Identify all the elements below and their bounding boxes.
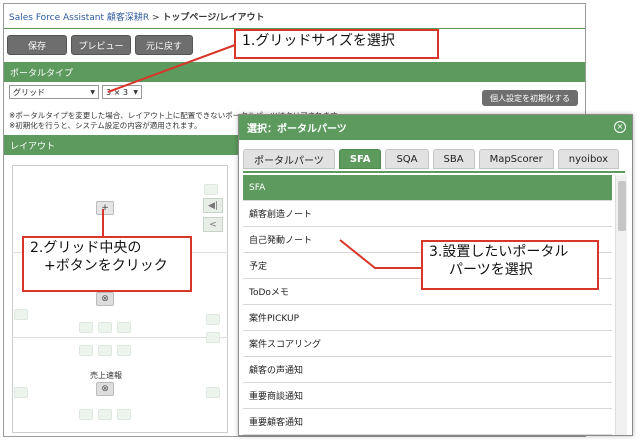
list-item[interactable]: 顧客の声通知 [243, 357, 612, 383]
grid-control-faint [204, 184, 218, 195]
remove-part-button[interactable]: ⊗ [96, 292, 114, 306]
list-item[interactable]: 重要商談通知 [243, 383, 612, 409]
tab-sba[interactable]: SBA [432, 149, 475, 169]
grid-control-faint [14, 387, 28, 398]
tab-sfa[interactable]: SFA [338, 149, 382, 169]
chevron-down-icon: ▼ [90, 88, 95, 96]
list-header: SFA [243, 175, 612, 201]
tab-divider [243, 171, 625, 173]
scrollbar-thumb[interactable] [618, 181, 626, 231]
preview-button[interactable]: プレビュー [71, 35, 131, 55]
close-icon[interactable]: × [614, 121, 626, 133]
grid-size-value: 3 × 3 [106, 87, 128, 97]
reset-personal-settings-button[interactable]: 個人設定を初期化する [482, 90, 578, 106]
layout-grid [12, 165, 228, 433]
portal-type-value: グリッド [13, 87, 45, 97]
grid-control-faint [206, 387, 220, 398]
callout-step-3-line-2: パーツを選択 [449, 261, 533, 278]
breadcrumb-app-link[interactable]: Sales Force Assistant 顧客深耕R [9, 13, 149, 23]
grid-control-faint [206, 314, 220, 325]
grid-control-faint [117, 345, 131, 356]
callout-step-3: 3.設置したいポータル パーツを選択 [421, 240, 599, 290]
callout-step-1: 1.グリッドサイズを選択 [234, 29, 439, 59]
list-item[interactable]: 案件PICKUP [243, 305, 612, 331]
breadcrumb-separator: > [149, 13, 163, 23]
grid-control-faint [98, 322, 112, 333]
list-item[interactable]: 顧客創造ノート [243, 201, 612, 227]
list-scrollbar[interactable] [615, 175, 627, 435]
grid-control-faint [117, 409, 131, 420]
remove-part-button[interactable]: ⊗ [96, 382, 114, 396]
grid-control-faint [117, 322, 131, 333]
callout-step-2: 2.グリッド中央の +ボタンをクリック [22, 236, 192, 292]
tab-nyoibox[interactable]: nyoibox [557, 149, 620, 169]
callout-step-2-line-2: +ボタンをクリック [44, 257, 168, 274]
dialog-title: 選択：ポータルパーツ [239, 115, 632, 140]
callout-step-3-line-1: 3.設置したいポータル [429, 244, 569, 260]
grid-row-divider [12, 337, 228, 338]
chevron-down-icon: ▼ [133, 88, 138, 96]
grid-control-faint [79, 322, 93, 333]
portal-type-section-header: ポータルタイプ [4, 62, 585, 82]
add-part-button[interactable]: + [96, 201, 114, 215]
tab-portal-parts[interactable]: ポータルパーツ [243, 149, 335, 169]
breadcrumb: Sales Force Assistant 顧客深耕R > トップページ/レイア… [9, 10, 265, 23]
grid-control-faint [98, 409, 112, 420]
grid-size-select[interactable]: 3 × 3 ▼ [102, 85, 142, 99]
tab-sqa[interactable]: SQA [385, 149, 429, 169]
grid-cell-part-label: 売上速報 [90, 371, 122, 380]
portal-parts-list: SFA 顧客創造ノート 自己発動ノート 予定 ToDoメモ 案件PICKUP 案… [243, 175, 612, 435]
list-item[interactable]: 案件スコアリング [243, 331, 612, 357]
callout-step-2-line-1: 2.グリッド中央の [30, 240, 142, 256]
portal-type-note-2: ※初期化を行うと、システム設定の内容が適用されます。 [9, 121, 202, 130]
dialog-tabs: ポータルパーツ SFA SQA SBA MapScorer nyoibox [243, 149, 620, 169]
list-item[interactable]: 重要顧客通知 [243, 409, 612, 435]
grid-control-faint [206, 332, 220, 343]
save-button[interactable]: 保存 [7, 35, 67, 55]
grid-side-control-left[interactable]: < [203, 217, 223, 232]
tab-mapscorer[interactable]: MapScorer [478, 149, 554, 169]
revert-button[interactable]: 元に戻す [135, 35, 193, 55]
breadcrumb-current-page: トップページ/レイアウト [162, 13, 265, 23]
grid-control-faint [98, 345, 112, 356]
grid-side-control-collapse[interactable]: ◀| [203, 198, 223, 213]
portal-type-select[interactable]: グリッド ▼ [9, 85, 99, 99]
grid-control-faint [14, 309, 28, 320]
grid-control-faint [79, 409, 93, 420]
grid-control-faint [79, 345, 93, 356]
